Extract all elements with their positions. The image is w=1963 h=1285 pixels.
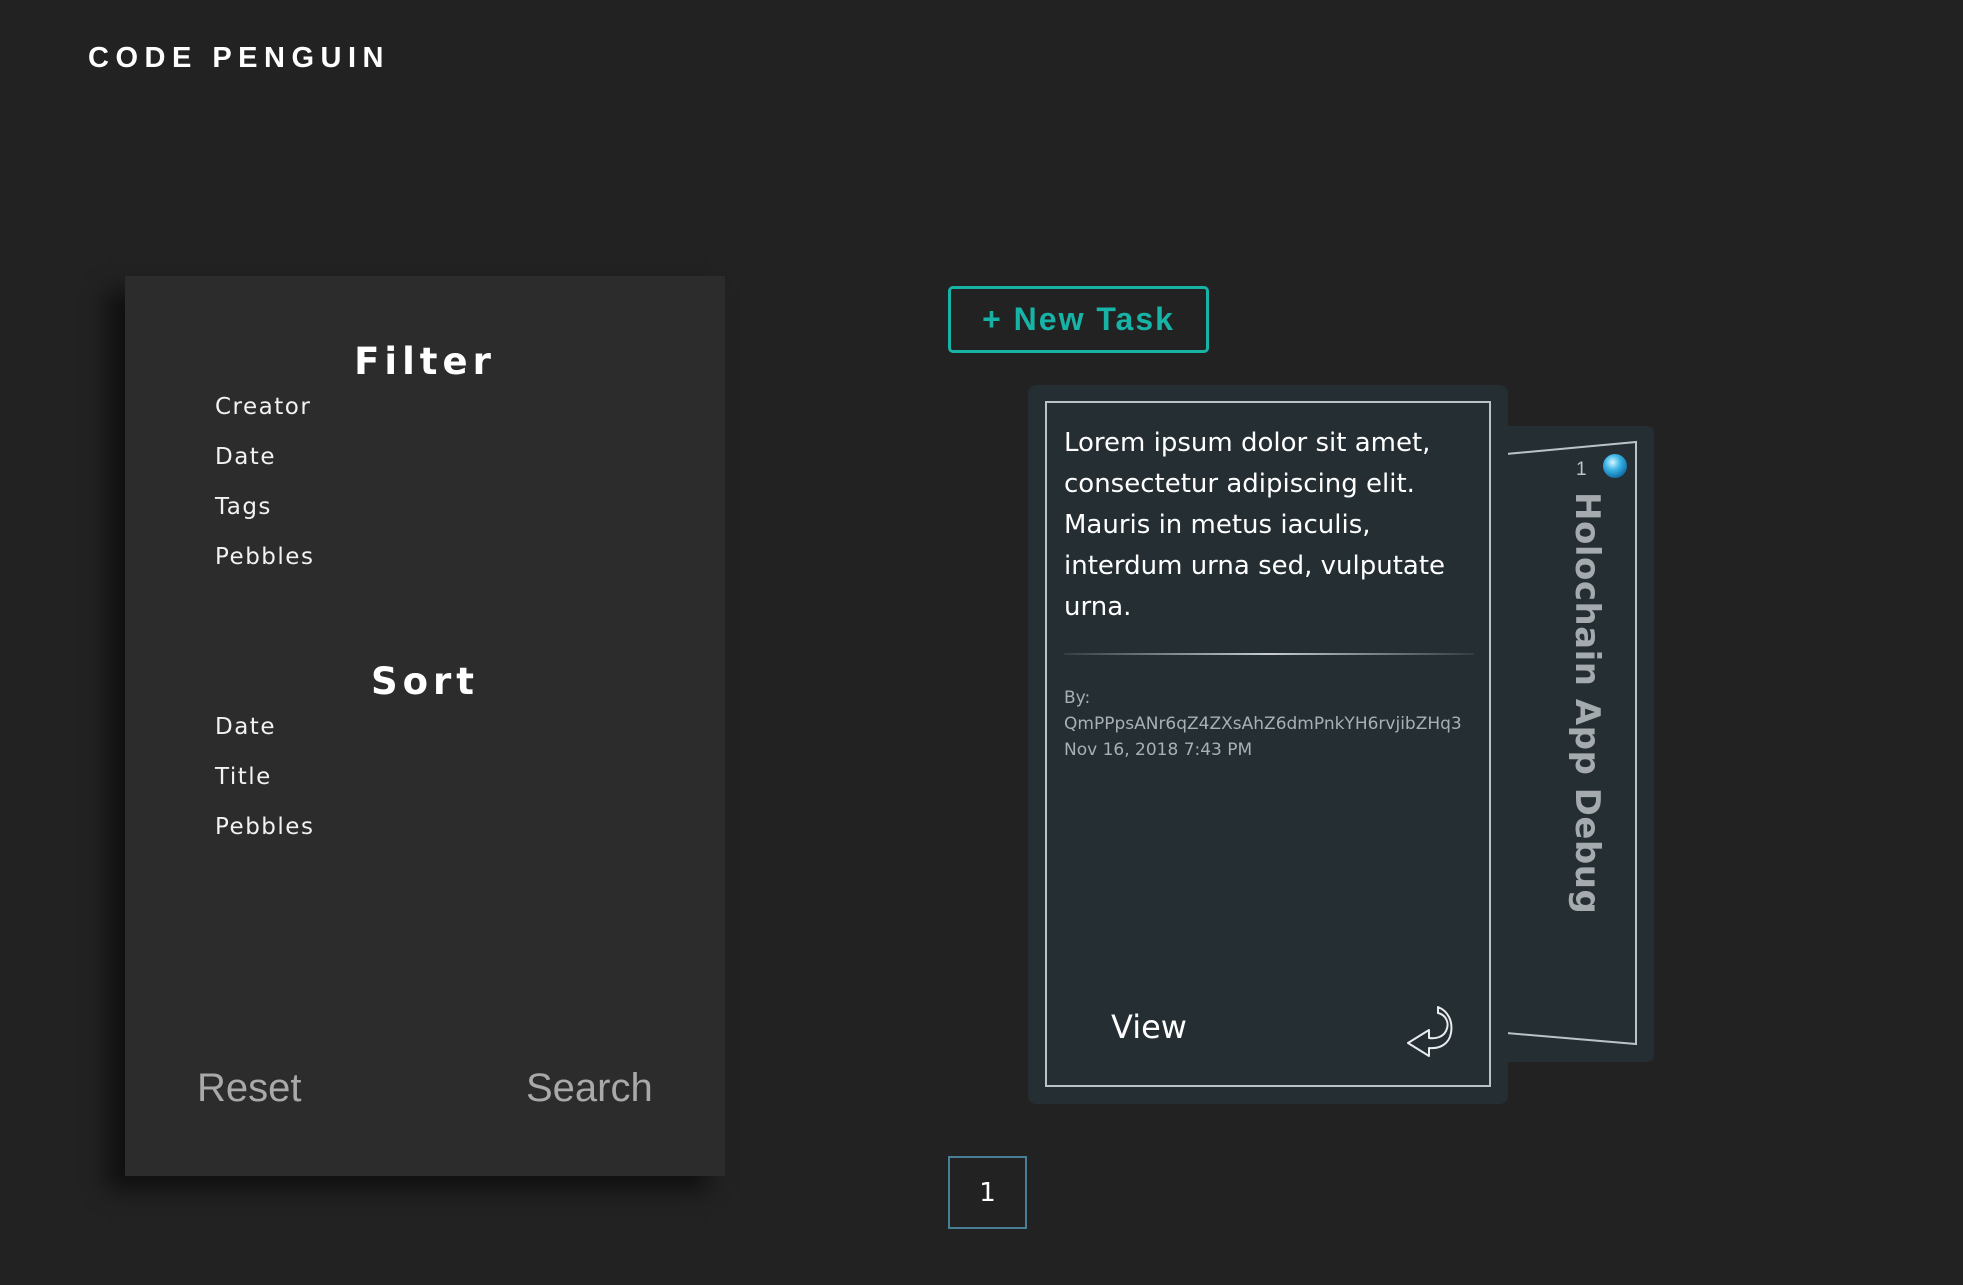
creator-label: By: [1064,688,1091,708]
task-card-frame: Lorem ipsum dolor sit amet, consectetur … [1045,401,1491,1087]
pebble-count: 1 [1576,459,1587,480]
filter-option-pebbles[interactable]: Pebbles [215,544,314,570]
filter-heading: Filter [354,340,496,383]
sort-option-title[interactable]: Title [215,764,272,790]
creator-hash: QmPPpsANr6qZ4ZXsAhZ6dmPnkYH6rvjibZHq3 [1064,714,1462,734]
flip-arrow-icon[interactable] [1404,1003,1454,1057]
page: CODE PENGUIN Filter Creator Date Tags Pe… [0,0,1963,1285]
task-timestamp: Nov 16, 2018 7:43 PM [1064,740,1253,760]
search-button[interactable]: Search [526,1066,653,1111]
task-card-back[interactable]: 1 Holochain App Debug [1500,426,1654,1062]
task-card-title: Holochain App Debug [1567,492,1607,915]
sort-heading: Sort [370,660,479,703]
card-divider [1064,653,1474,655]
sort-option-pebbles[interactable]: Pebbles [215,814,314,840]
task-description: Lorem ipsum dolor sit amet, consectetur … [1064,428,1446,622]
view-link[interactable]: View [1111,1008,1187,1046]
pebble-gem-icon [1603,454,1627,478]
task-card: Lorem ipsum dolor sit amet, consectetur … [1028,385,1508,1104]
filter-option-date[interactable]: Date [215,444,276,470]
filter-option-creator[interactable]: Creator [215,394,311,420]
reset-button[interactable]: Reset [197,1066,302,1111]
app-title: CODE PENGUIN [88,42,390,74]
filter-option-tags[interactable]: Tags [215,494,272,520]
new-task-button[interactable]: + New Task [948,286,1209,353]
filter-sort-panel: Filter Creator Date Tags Pebbles Sort Da… [125,276,725,1176]
sort-option-date[interactable]: Date [215,714,276,740]
pagination-page-1[interactable]: 1 [948,1156,1027,1229]
